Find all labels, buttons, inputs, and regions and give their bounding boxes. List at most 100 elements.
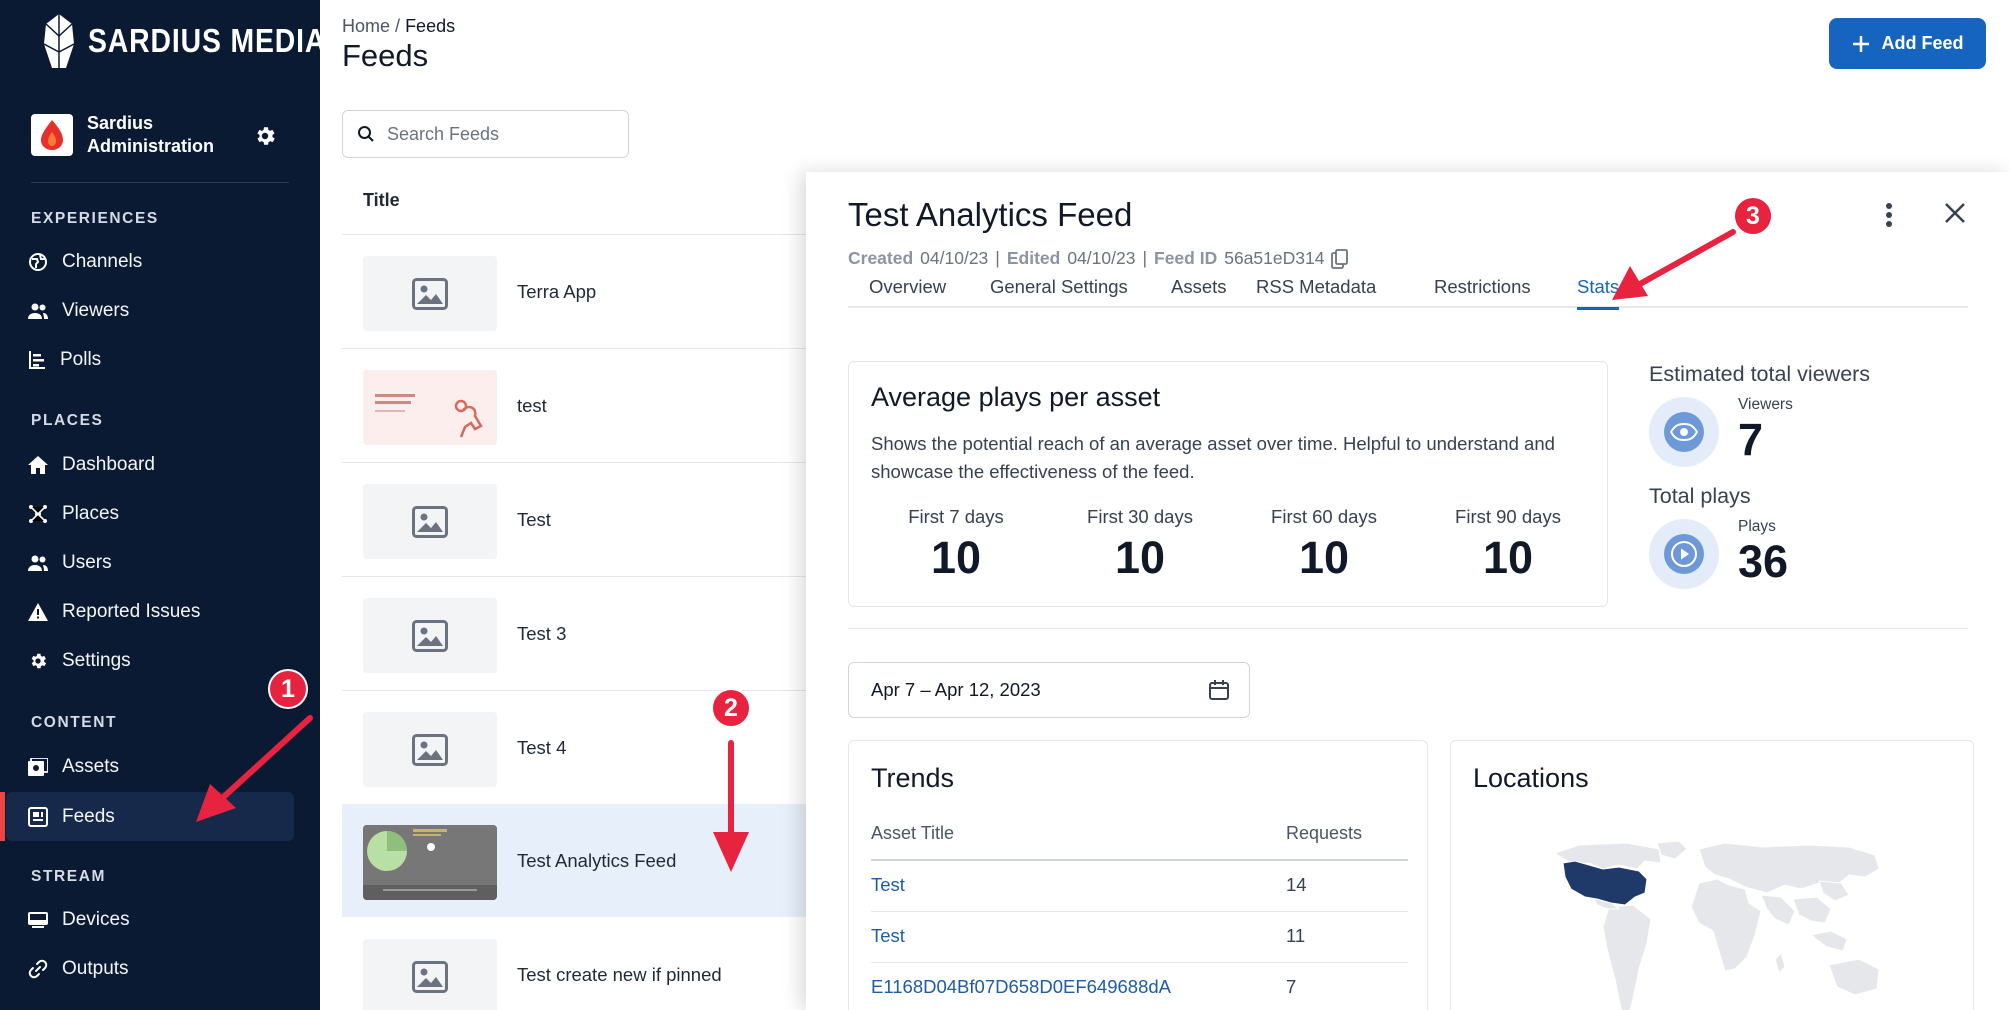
close-icon[interactable] [1944, 202, 1966, 224]
average-plays-card: Average plays per asset Shows the potent… [848, 361, 1608, 607]
trend-asset-link[interactable]: Test [871, 874, 905, 896]
section-experiences: EXPERIENCES [31, 210, 159, 227]
home-icon [28, 455, 48, 474]
table-header-divider [871, 859, 1408, 861]
sidebar-item-label: Assets [62, 755, 120, 777]
sidebar-item-polls[interactable]: Polls [6, 335, 294, 384]
breadcrumb-separator: / [395, 16, 401, 36]
tab-rss-metadata[interactable]: RSS Metadata [1256, 276, 1376, 310]
tab-restrictions[interactable]: Restrictions [1434, 276, 1531, 310]
list-row[interactable]: Terra App [342, 235, 812, 348]
sidebar-item-outputs[interactable]: Outputs [6, 944, 294, 993]
calendar-icon [1209, 680, 1229, 700]
row-title: Test 4 [517, 736, 567, 758]
page-title: Feeds [342, 38, 429, 73]
sidebar-item-label: Feeds [62, 805, 115, 827]
sidebar-divider [31, 182, 289, 183]
feed-icon [28, 806, 48, 827]
tab-general-settings[interactable]: General Settings [990, 276, 1128, 310]
image-placeholder-icon [363, 712, 497, 787]
org-settings-gear-icon[interactable] [253, 124, 277, 148]
annotation-marker-1: 1 [268, 669, 308, 709]
sidebar-item-feeds[interactable]: Feeds [0, 792, 294, 841]
breadcrumb-home[interactable]: Home [342, 16, 390, 36]
column-header-requests[interactable]: Requests [1286, 823, 1362, 844]
list-row[interactable]: Test 3 [342, 577, 812, 690]
more-options-icon[interactable] [1885, 202, 1893, 228]
row-title: Test create new if pinned [517, 963, 722, 985]
sidebar-item-dashboard[interactable]: Dashboard [6, 440, 294, 489]
list-row[interactable]: test [342, 349, 812, 462]
search-input[interactable] [387, 123, 607, 145]
play-icon [1664, 534, 1704, 574]
sidebar-item-assets[interactable]: Assets [6, 742, 294, 791]
stat-first-30-days: First 30 days 10 [1060, 506, 1220, 584]
sidebar-item-label: Devices [62, 908, 130, 930]
sidebar-item-settings[interactable]: Settings [6, 636, 294, 685]
crystal-logo-icon [44, 14, 74, 68]
people-icon [28, 303, 48, 319]
stat-first-7-days: First 7 days 10 [876, 506, 1036, 584]
plus-icon [1851, 34, 1871, 54]
row-title: Test Analytics Feed [517, 849, 677, 871]
drawer-title: Test Analytics Feed [848, 196, 1133, 233]
viewers-heading: Estimated total viewers [1649, 362, 1871, 386]
world-map[interactable] [1549, 839, 1893, 1010]
edited-date: 04/10/23 [1067, 248, 1136, 268]
column-header-title[interactable]: Title [363, 190, 400, 211]
search-icon [357, 125, 375, 143]
trend-requests: 11 [1286, 925, 1306, 946]
sidebar-item-label: Reported Issues [62, 600, 201, 622]
image-placeholder-icon [363, 939, 497, 1010]
stat-value: 10 [1114, 532, 1166, 583]
section-divider [848, 628, 1968, 629]
sidebar-item-channels[interactable]: Channels [6, 237, 294, 286]
plays-label: Plays [1738, 518, 1776, 535]
device-icon [28, 911, 48, 928]
trend-asset-link[interactable]: E1168D04Bf07D658D0EF649688dA [871, 976, 1171, 998]
list-row-selected[interactable]: Test Analytics Feed [342, 804, 812, 917]
trend-asset-link[interactable]: Test [871, 925, 905, 947]
row-title: Terra App [517, 280, 597, 302]
breadcrumb: Home / Feeds [342, 16, 455, 37]
annotation-marker-3: 3 [1733, 196, 1773, 236]
image-placeholder-icon [363, 256, 497, 331]
plays-heading: Total plays [1649, 484, 1751, 508]
add-feed-button[interactable]: Add Feed [1829, 18, 1986, 69]
tab-assets[interactable]: Assets [1171, 276, 1227, 310]
sidebar-item-places[interactable]: Places [6, 489, 294, 538]
section-places: PLACES [31, 412, 104, 429]
org-avatar [31, 114, 73, 156]
tab-stats[interactable]: Stats [1577, 276, 1620, 310]
list-row[interactable]: Test [342, 463, 812, 576]
copy-icon[interactable] [1331, 248, 1349, 269]
column-header-asset-title[interactable]: Asset Title [871, 823, 954, 844]
brand-logo[interactable]: SARDIUS MEDIA [44, 14, 365, 68]
drawer-tabs: Overview General Settings Assets RSS Met… [848, 276, 1968, 310]
sidebar-item-devices[interactable]: Devices [6, 895, 294, 944]
tab-overview[interactable]: Overview [869, 276, 946, 310]
trends-title: Trends [871, 763, 955, 793]
sidebar-item-viewers[interactable]: Viewers [6, 286, 294, 335]
stat-label: First 60 days [1271, 506, 1377, 527]
section-stream: STREAM [31, 868, 107, 885]
feed-id-value: 56a51eD314 [1224, 248, 1325, 268]
sidebar-item-users[interactable]: Users [6, 538, 294, 587]
brand-name: SARDIUS MEDIA [88, 22, 327, 59]
stat-value: 10 [1298, 532, 1350, 583]
org-switcher[interactable]: Sardius Administration [31, 112, 291, 158]
list-row[interactable]: Test create new if pinned [342, 918, 812, 1010]
trend-requests: 14 [1286, 874, 1307, 895]
sidebar-item-reported-issues[interactable]: Reported Issues [6, 587, 294, 636]
table-row-divider [871, 962, 1408, 963]
sidebar-item-label: Settings [62, 649, 131, 671]
plays-value: 36 [1738, 536, 1789, 587]
viewers-badge [1649, 397, 1719, 467]
poll-icon [28, 350, 46, 370]
date-range-picker[interactable]: Apr 7 – Apr 12, 2023 [848, 662, 1250, 718]
trends-card: Trends Asset Title Requests Test 14 Test… [848, 740, 1428, 1010]
locations-card: Locations [1450, 740, 1974, 1010]
sidebar-item-label: Users [62, 551, 112, 573]
feed-id-label: Feed ID [1154, 248, 1218, 268]
average-plays-title: Average plays per asset [871, 382, 1161, 412]
